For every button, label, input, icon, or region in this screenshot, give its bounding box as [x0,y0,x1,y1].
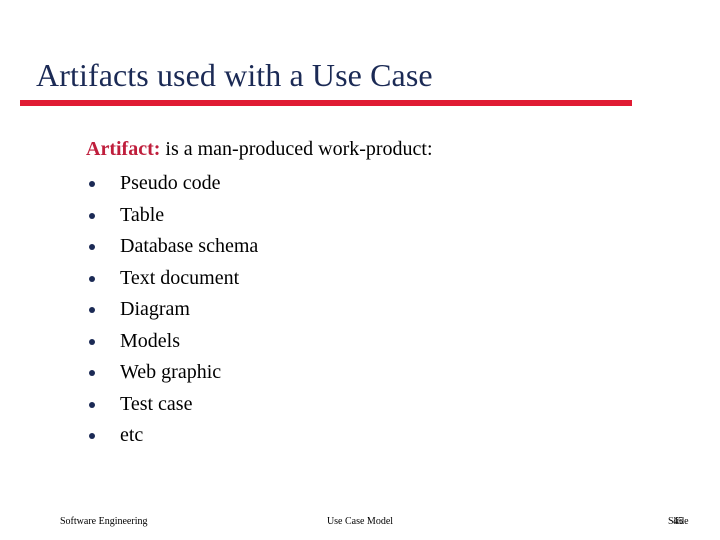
bullet-icon [89,244,95,250]
bullet-icon [89,338,95,345]
lead-definition-line: Artifact: is a man-produced work-product… [86,136,646,162]
slide: Artifacts used with a Use Case Artifact:… [0,0,720,540]
lead-term: Artifact: [86,138,161,160]
list-item: Models [86,326,646,358]
page-title: Artifacts used with a Use Case [36,57,433,93]
list-item-label: Pseudo code [120,172,221,194]
list-item-label: Web graphic [120,361,222,383]
content-body: Artifact: is a man-produced work-product… [86,136,646,452]
list-item-label: Text document [120,266,240,289]
bullet-icon [89,275,95,282]
list-item: Database schema [86,231,646,263]
slide-footer: Software Engineering Use Case Model Slid… [0,515,720,535]
title-block: Artifacts used with a Use Case [20,55,632,95]
list-item: etc [86,420,646,452]
bullet-icon [89,370,95,376]
bullet-icon [89,212,95,219]
footer-topic-name: Use Case Model [326,516,394,527]
bullet-icon [89,433,95,439]
list-item-label: etc [120,424,144,446]
artifact-list: Pseudo code Table Database schema Text d… [86,168,646,452]
title-underline-rule [20,100,632,106]
footer-slide-value: 45 [673,516,683,527]
bullet-icon [89,307,95,313]
list-item-label: Test case [120,392,193,415]
list-item: Test case [86,389,646,421]
bullet-icon [89,401,95,408]
list-item: Web graphic [86,357,646,389]
bullet-icon [89,181,95,187]
list-item: Text document [86,263,646,295]
list-item-label: Diagram [120,298,190,320]
list-item-label: Models [120,329,180,352]
list-item: Table [86,200,646,232]
list-item-label: Database schema [120,235,259,257]
list-item: Pseudo code [86,168,646,200]
list-item: Diagram [86,294,646,326]
list-item-label: Table [120,203,165,226]
lead-description: is a man-produced work-product: [160,138,433,160]
